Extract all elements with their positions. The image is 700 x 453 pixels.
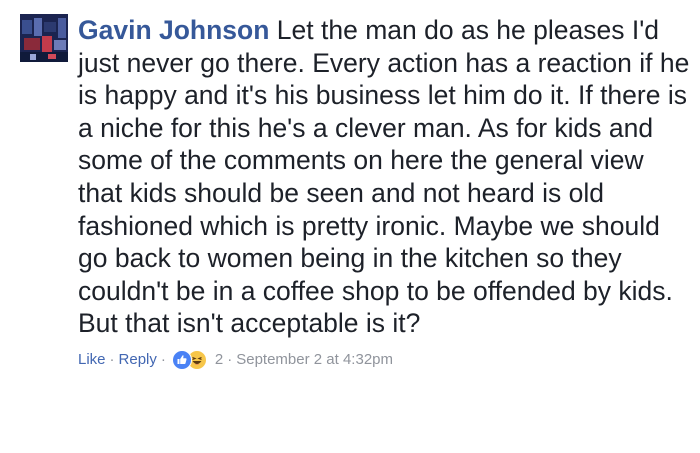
comment-actions: Like · Reply · 2 · September 2 at 4:32pm [78, 349, 690, 370]
reactions-summary[interactable] [171, 349, 207, 370]
comment-body: Gavin Johnson Let the man do as he pleas… [78, 14, 690, 370]
reply-link[interactable]: Reply [119, 350, 157, 370]
reaction-count[interactable]: 2 [215, 350, 223, 370]
separator: · [227, 350, 233, 368]
comment-text-block: Gavin Johnson Let the man do as he pleas… [78, 14, 690, 340]
timestamp[interactable]: September 2 at 4:32pm [236, 350, 393, 370]
like-icon [171, 349, 192, 370]
avatar-image [20, 14, 68, 62]
like-link[interactable]: Like [78, 350, 106, 370]
separator: · [160, 350, 166, 368]
avatar[interactable] [20, 14, 68, 62]
author-name[interactable]: Gavin Johnson [78, 15, 269, 45]
separator: · [109, 350, 115, 368]
comment-text: Let the man do as he pleases I'd just ne… [78, 15, 690, 339]
